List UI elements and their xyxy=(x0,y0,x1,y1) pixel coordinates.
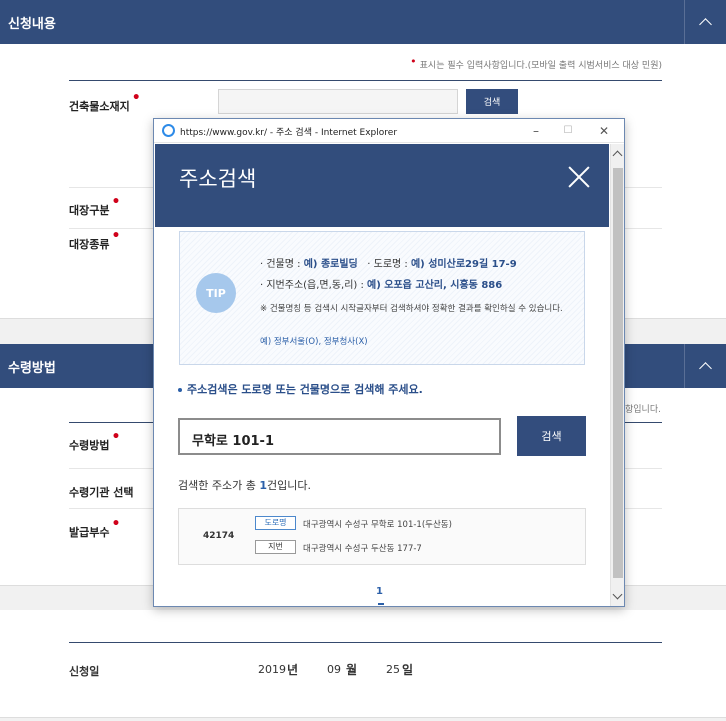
result-count: 검색한 주소가 총 1건입니다. xyxy=(178,479,311,492)
date-year: 2019 xyxy=(258,663,286,676)
date-label: 신청일 xyxy=(69,665,100,678)
year-unit: 년 xyxy=(287,663,299,677)
tip-example: 예) 정부서울(O), 정부청사(X) xyxy=(260,337,368,347)
tip-badge: TIP xyxy=(196,273,236,313)
field-label-receipt-method: 수령방법• xyxy=(69,429,121,452)
ie-title-bar[interactable]: https://www.gov.kr/ - 주소 검색 - Internet E… xyxy=(154,119,624,143)
address-search-button[interactable]: 검색 xyxy=(466,89,518,114)
zip-code: 42174 xyxy=(203,531,235,541)
field-label-register-kind: 대장종류• xyxy=(69,228,121,251)
collapse-button[interactable] xyxy=(684,0,726,44)
search-guide: 주소검색은 도로명 또는 건물명으로 검색해 주세요. xyxy=(178,381,423,397)
window-close-icon[interactable]: ✕ xyxy=(595,122,613,140)
scroll-thumb[interactable] xyxy=(613,168,623,578)
section-title: 신청내용 xyxy=(8,17,56,32)
section-header-application: 신청내용 xyxy=(0,0,726,44)
form-top-rule xyxy=(69,80,662,81)
section-title: 수령방법 xyxy=(8,361,56,376)
date-panel xyxy=(0,610,726,718)
day-unit: 일 xyxy=(402,663,414,677)
tip-box: TIP · 건물명 : 예) 종로빌딩 · 도로명 : 예) 성미산로29길 1… xyxy=(179,231,585,365)
scroll-up-icon[interactable] xyxy=(612,150,623,161)
field-label-copies: 발급부수• xyxy=(69,516,121,539)
road-name-tag: 도로명 xyxy=(255,516,296,530)
chevron-up-icon xyxy=(699,18,712,31)
minimize-icon[interactable]: – xyxy=(527,122,545,140)
maximize-icon[interactable]: ☐ xyxy=(559,122,577,140)
tip-line-2: · 지번주소(읍,면,동,리) : 예) 오포읍 고산리, 시흥동 886 xyxy=(260,280,503,291)
date-month: 09 xyxy=(327,663,341,676)
scroll-down-icon[interactable] xyxy=(612,589,623,600)
chevron-up-icon xyxy=(699,362,712,375)
collapse-button[interactable] xyxy=(684,344,726,388)
popup-header: 주소검색 xyxy=(155,144,609,227)
bullet-icon xyxy=(178,388,182,392)
field-label-receipt-agency: 수령기관 선택 xyxy=(69,486,134,499)
field-label-building-location: 건축물소재지• xyxy=(69,90,141,113)
window-title: https://www.gov.kr/ - 주소 검색 - Internet E… xyxy=(180,128,398,138)
ie-logo-icon xyxy=(162,124,175,137)
popup-title: 주소검색 xyxy=(179,167,257,191)
required-mark: • xyxy=(410,55,417,68)
field-label-register-type: 대장구분• xyxy=(69,194,121,217)
tip-line-1: · 건물명 : 예) 종로빌딩 · 도로명 : 예) 성미산로29길 17-9 xyxy=(260,259,517,270)
building-location-input[interactable] xyxy=(218,89,458,114)
address-search-input[interactable]: 무학로 101-1 xyxy=(178,418,501,455)
required-note-tail: 항입니다. xyxy=(625,405,661,415)
tip-note: ※ 건물명칭 등 검색시 시작글자부터 검색하셔야 정확한 결과를 확인하실 수… xyxy=(260,304,563,314)
jibun-address[interactable]: 대구광역시 수성구 두산동 177-7 xyxy=(303,542,422,554)
road-address[interactable]: 대구광역시 수성구 무학로 101-1(두산동) xyxy=(303,518,452,530)
page-indicator xyxy=(378,603,384,605)
required-note: • 표시는 필수 입력사항입니다.(모바일 출력 시범서비스 대상 민원) xyxy=(410,55,662,71)
popup-scrollbar[interactable] xyxy=(610,144,624,606)
address-search-window: https://www.gov.kr/ - 주소 검색 - Internet E… xyxy=(153,118,625,607)
page-number[interactable]: 1 xyxy=(376,586,383,597)
date-day: 25 xyxy=(386,663,400,676)
form-top-rule xyxy=(69,642,662,643)
popup-search-button[interactable]: 검색 xyxy=(517,416,586,456)
result-item[interactable]: 42174 도로명 대구광역시 수성구 무학로 101-1(두산동) 지번 대구… xyxy=(178,508,586,565)
close-icon[interactable] xyxy=(567,165,591,189)
month-unit: 월 xyxy=(346,663,358,677)
jibun-tag: 지번 xyxy=(255,540,296,554)
